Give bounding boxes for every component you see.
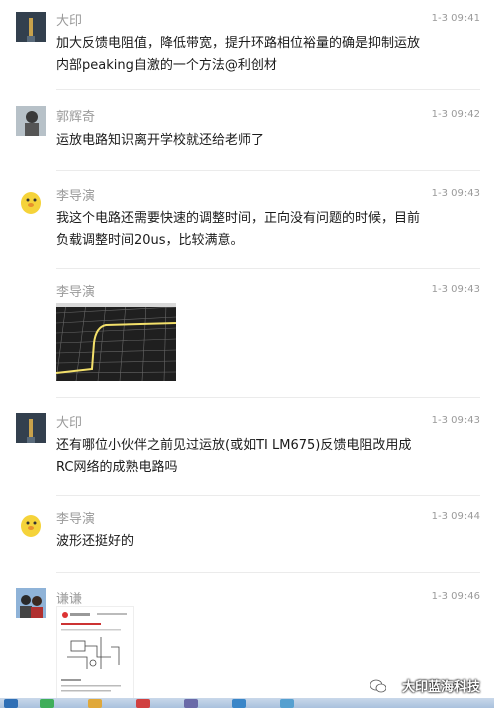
- wechat-icon: [369, 678, 387, 693]
- message-text: 我这个电路还需要快速的调整时间，正向没有问题的时候，目前 负载调整时间20us，…: [56, 211, 421, 248]
- avatar[interactable]: [16, 413, 46, 443]
- timestamp: 1-3 09:42: [431, 109, 480, 120]
- divider: [56, 572, 480, 573]
- waveform-image[interactable]: [56, 303, 176, 381]
- app-icon[interactable]: [184, 699, 198, 708]
- avatar[interactable]: [16, 12, 46, 42]
- start-icon[interactable]: [4, 699, 18, 708]
- sender-name: 大印: [56, 14, 83, 29]
- divider: [56, 495, 480, 496]
- timestamp: 1-3 09:43: [431, 188, 480, 199]
- timestamp: 1-3 09:41: [431, 13, 480, 24]
- divider: [56, 268, 480, 269]
- app-icon[interactable]: [232, 699, 246, 708]
- divider: [56, 397, 480, 398]
- message-text: 波形还挺好的: [56, 534, 135, 549]
- divider: [56, 170, 480, 171]
- avatar[interactable]: [16, 509, 46, 539]
- explorer-icon[interactable]: [88, 699, 102, 708]
- taskbar: [0, 698, 494, 708]
- message-text: 运放电路知识离开学校就还给老师了: [56, 133, 265, 148]
- watermark-text: 大印蓝海科技: [401, 680, 480, 695]
- timestamp: 1-3 09:44: [431, 511, 480, 522]
- timestamp: 1-3 09:46: [431, 591, 480, 602]
- app-icon[interactable]: [136, 699, 150, 708]
- sender-name: 李导演: [56, 189, 96, 204]
- timestamp: 1-3 09:43: [431, 284, 480, 295]
- sender-name: 李导演: [56, 512, 96, 527]
- sender-name: 郭辉奇: [56, 110, 96, 125]
- app-icon[interactable]: [280, 699, 294, 708]
- message-text: 还有哪位小伙伴之前见过运放(或如TI LM675)反馈电阻改用成 RC网络的成熟…: [56, 438, 412, 475]
- avatar[interactable]: [16, 106, 46, 136]
- sender-name: 李导演: [56, 285, 96, 300]
- sender-name: 大印: [56, 416, 83, 431]
- divider: [56, 89, 480, 90]
- browser-icon[interactable]: [40, 699, 54, 708]
- timestamp: 1-3 09:43: [431, 415, 480, 426]
- message-text: 加大反馈电阻值，降低带宽，提升环路相位裕量的确是抑制运放 内部peaking自激…: [56, 36, 421, 73]
- avatar[interactable]: [16, 186, 46, 216]
- avatar[interactable]: [16, 588, 46, 618]
- document-image[interactable]: [56, 606, 134, 700]
